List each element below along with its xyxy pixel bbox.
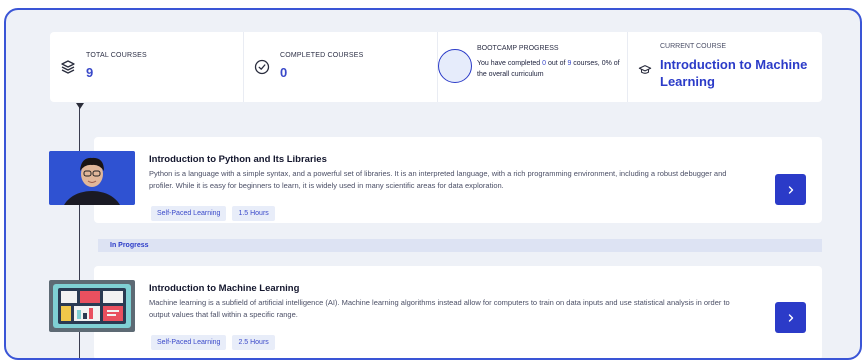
completed-courses-value: 0 <box>280 65 288 80</box>
total-courses-stat: TOTAL COURSES 9 <box>50 32 244 102</box>
chevron-right-icon <box>788 313 793 322</box>
progress-ring <box>438 49 472 83</box>
current-course-stat[interactable]: CURRENT COURSE Introduction to Machine L… <box>628 32 822 102</box>
layers-icon <box>61 60 75 74</box>
current-course-title[interactable]: Introduction to Machine Learning <box>660 56 820 90</box>
course-thumbnail <box>49 280 135 332</box>
timeline-arrow-icon <box>76 103 84 109</box>
bootcamp-progress-label: BOOTCAMP PROGRESS <box>477 45 559 52</box>
bootcamp-progress-stat: BOOTCAMP PROGRESS You have completed 0 o… <box>438 32 628 102</box>
total-courses-value: 9 <box>86 65 94 80</box>
course-title[interactable]: Introduction to Machine Learning <box>149 283 299 294</box>
open-course-button[interactable] <box>775 174 806 205</box>
open-course-button[interactable] <box>775 302 806 333</box>
course-card[interactable]: Introduction to Machine Learning Machine… <box>49 266 822 358</box>
course-tags: Self-Paced Learning 1.5 Hours <box>151 206 275 221</box>
course-thumbnail <box>49 151 135 205</box>
app-frame: TOTAL COURSES 9 COMPLETED COURSES 0 BOOT… <box>4 8 862 360</box>
course-description: Machine learning is a subfield of artifi… <box>149 298 730 319</box>
check-circle-icon <box>254 59 270 75</box>
course-tag: Self-Paced Learning <box>151 335 227 350</box>
bootcamp-progress-text: You have completed 0 out of 9 courses, 0… <box>477 60 620 78</box>
course-card[interactable]: Introduction to Python and Its Libraries… <box>49 137 822 223</box>
status-badge: In Progress <box>98 239 822 252</box>
stats-bar: TOTAL COURSES 9 COMPLETED COURSES 0 BOOT… <box>50 32 822 102</box>
person-photo-icon <box>49 151 135 205</box>
course-tag: 1.5 Hours <box>232 206 275 221</box>
course-tags: Self-Paced Learning 2.5 Hours <box>151 335 275 350</box>
chevron-right-icon <box>788 185 793 194</box>
current-course-label: CURRENT COURSE <box>660 43 726 50</box>
total-courses-label: TOTAL COURSES <box>86 52 147 59</box>
completed-courses-label: COMPLETED COURSES <box>280 52 364 59</box>
completed-courses-stat: COMPLETED COURSES 0 <box>244 32 438 102</box>
course-tag: Self-Paced Learning <box>151 206 227 221</box>
dashboard-illustration-icon <box>49 280 135 332</box>
course-title[interactable]: Introduction to Python and Its Libraries <box>149 154 327 165</box>
graduation-cap-icon <box>638 65 652 74</box>
course-description: Python is a language with a simple synta… <box>149 169 727 190</box>
course-tag: 2.5 Hours <box>232 335 275 350</box>
